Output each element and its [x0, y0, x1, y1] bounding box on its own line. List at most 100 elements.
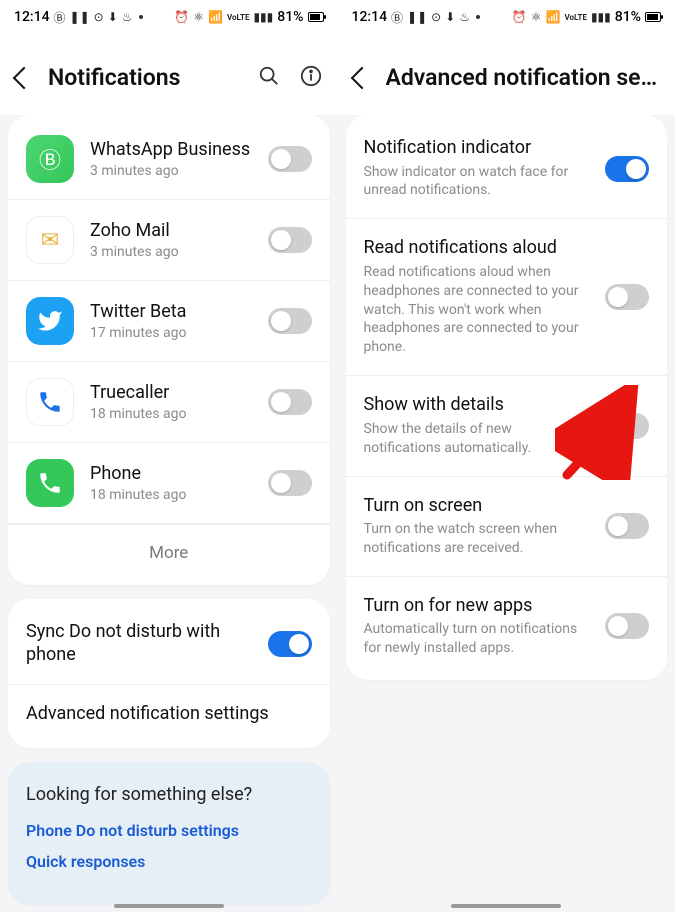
setting-sync-dnd[interactable]: Sync Do not disturb with phone	[8, 603, 330, 685]
back-icon[interactable]	[350, 66, 373, 89]
app-row-whatsapp[interactable]: Ⓑ WhatsApp Business 3 minutes ago	[8, 119, 330, 200]
screen-notifications: 12:14 Ⓑ ❚❚ ⊙ ⬇ ♨ ⏰ ⚛ 📶 VoLTE ▮▮▮ 81% Not…	[0, 0, 338, 912]
status-bar: 12:14 Ⓑ ❚❚ ⊙ ⬇ ♨ ⏰ ⚛ 📶 VoLTE ▮▮▮ 81%	[338, 0, 675, 34]
battery-icon	[645, 12, 661, 22]
page-title: Notifications	[48, 64, 242, 91]
toggle-sync-dnd[interactable]	[268, 631, 312, 657]
app-time: 18 minutes ago	[90, 487, 252, 503]
alarm-icon: ⏰	[174, 10, 189, 24]
more-button[interactable]: More	[8, 524, 330, 581]
volte-icon: VoLTE	[564, 13, 586, 22]
status-icon: ⬇	[108, 10, 118, 24]
setting-sub: Read notifications aloud when headphones…	[364, 263, 592, 357]
app-row-twitter[interactable]: Twitter Beta 17 minutes ago	[8, 281, 330, 362]
app-row-zoho[interactable]: ✉ Zoho Mail 3 minutes ago	[8, 200, 330, 281]
toggle-whatsapp[interactable]	[268, 146, 312, 172]
info-icon[interactable]	[300, 65, 322, 91]
tips-title: Looking for something else?	[26, 784, 312, 805]
volte-icon: VoLTE	[227, 13, 249, 22]
wifi-icon: 📶	[546, 10, 561, 24]
setting-advanced[interactable]: Advanced notification settings	[8, 685, 330, 744]
status-icon: ⬇	[445, 10, 455, 24]
setting-show-details[interactable]: Show with details Show the details of ne…	[346, 376, 668, 476]
toggle-new-apps[interactable]	[605, 613, 649, 639]
dot-icon	[476, 15, 480, 19]
tips-link-dnd[interactable]: Phone Do not disturb settings	[26, 821, 312, 840]
tips-link-quick[interactable]: Quick responses	[26, 852, 312, 871]
setting-sub: Turn on the watch screen when notificati…	[364, 520, 592, 558]
nav-hint[interactable]	[451, 904, 561, 908]
battery-icon	[308, 12, 324, 22]
battery-pct: 81%	[615, 9, 641, 25]
toggle-zoho[interactable]	[268, 227, 312, 253]
advanced-card: Notification indicator Show indicator on…	[346, 115, 668, 680]
toggle-phone[interactable]	[268, 470, 312, 496]
app-time: 3 minutes ago	[90, 163, 252, 179]
status-bar: 12:14 Ⓑ ❚❚ ⊙ ⬇ ♨ ⏰ ⚛ 📶 VoLTE ▮▮▮ 81%	[0, 0, 338, 34]
apps-card: Ⓑ WhatsApp Business 3 minutes ago ✉ Zoho…	[8, 115, 330, 585]
app-time: 18 minutes ago	[90, 406, 252, 422]
truecaller-icon	[26, 378, 74, 426]
bluetooth-icon: ⚛	[193, 10, 204, 24]
pause-icon: ❚❚	[70, 10, 90, 24]
app-name: WhatsApp Business	[90, 139, 252, 161]
app-row-truecaller[interactable]: Truecaller 18 minutes ago	[8, 362, 330, 443]
setting-sub: Automatically turn on notifications for …	[364, 620, 592, 658]
toggle-twitter[interactable]	[268, 308, 312, 334]
setting-sub: Show the details of new notifications au…	[364, 420, 592, 458]
app-name: Zoho Mail	[90, 220, 252, 242]
bluetooth-icon: ⚛	[531, 10, 542, 24]
app-time: 3 minutes ago	[90, 244, 252, 260]
page-header: Advanced notification sett…	[338, 34, 675, 115]
setting-title: Sync Do not disturb with phone	[26, 621, 254, 666]
toggle-turn-on-screen[interactable]	[605, 513, 649, 539]
settings-card: Sync Do not disturb with phone Advanced …	[8, 599, 330, 748]
setting-indicator[interactable]: Notification indicator Show indicator on…	[346, 119, 668, 219]
setting-title: Notification indicator	[364, 137, 592, 160]
status-icon: ♨	[122, 10, 133, 24]
wifi-icon: 📶	[208, 10, 223, 24]
back-icon[interactable]	[13, 66, 36, 89]
status-time: 12:14	[14, 9, 50, 25]
signal-icon: ▮▮▮	[253, 10, 273, 24]
signal-icon: ▮▮▮	[591, 10, 611, 24]
app-time: 17 minutes ago	[90, 325, 252, 341]
setting-title: Advanced notification settings	[26, 703, 312, 726]
status-icon: Ⓑ	[391, 9, 403, 26]
setting-sub: Show indicator on watch face for unread …	[364, 163, 592, 201]
app-name: Truecaller	[90, 382, 252, 404]
nav-hint[interactable]	[114, 904, 224, 908]
setting-turn-on-screen[interactable]: Turn on screen Turn on the watch screen …	[346, 477, 668, 577]
page-title: Advanced notification sett…	[386, 64, 660, 91]
battery-pct: 81%	[277, 9, 303, 25]
toggle-truecaller[interactable]	[268, 389, 312, 415]
search-icon[interactable]	[258, 65, 280, 91]
app-row-phone[interactable]: Phone 18 minutes ago	[8, 443, 330, 524]
phone-icon	[26, 459, 74, 507]
setting-title: Read notifications aloud	[364, 237, 592, 260]
dot-icon	[139, 15, 143, 19]
twitter-icon	[26, 297, 74, 345]
app-name: Phone	[90, 463, 252, 485]
toggle-show-details[interactable]	[605, 413, 649, 439]
toggle-read-aloud[interactable]	[605, 284, 649, 310]
setting-new-apps[interactable]: Turn on for new apps Automatically turn …	[346, 577, 668, 676]
setting-read-aloud[interactable]: Read notifications aloud Read notificati…	[346, 219, 668, 376]
setting-title: Turn on for new apps	[364, 595, 592, 618]
tips-card: Looking for something else? Phone Do not…	[8, 762, 330, 905]
screen-advanced: 12:14 Ⓑ ❚❚ ⊙ ⬇ ♨ ⏰ ⚛ 📶 VoLTE ▮▮▮ 81% Adv…	[338, 0, 675, 912]
status-time: 12:14	[352, 9, 388, 25]
status-icon: ⊙	[94, 10, 104, 24]
status-icon: Ⓑ	[54, 9, 66, 26]
toggle-indicator[interactable]	[605, 156, 649, 182]
alarm-icon: ⏰	[512, 10, 527, 24]
pause-icon: ❚❚	[407, 10, 427, 24]
status-icon: ⊙	[431, 10, 441, 24]
setting-title: Turn on screen	[364, 495, 592, 518]
status-icon: ♨	[459, 10, 470, 24]
setting-title: Show with details	[364, 394, 592, 417]
whatsapp-business-icon: Ⓑ	[26, 135, 74, 183]
zoho-mail-icon: ✉	[26, 216, 74, 264]
page-header: Notifications	[0, 34, 338, 115]
app-name: Twitter Beta	[90, 301, 252, 323]
